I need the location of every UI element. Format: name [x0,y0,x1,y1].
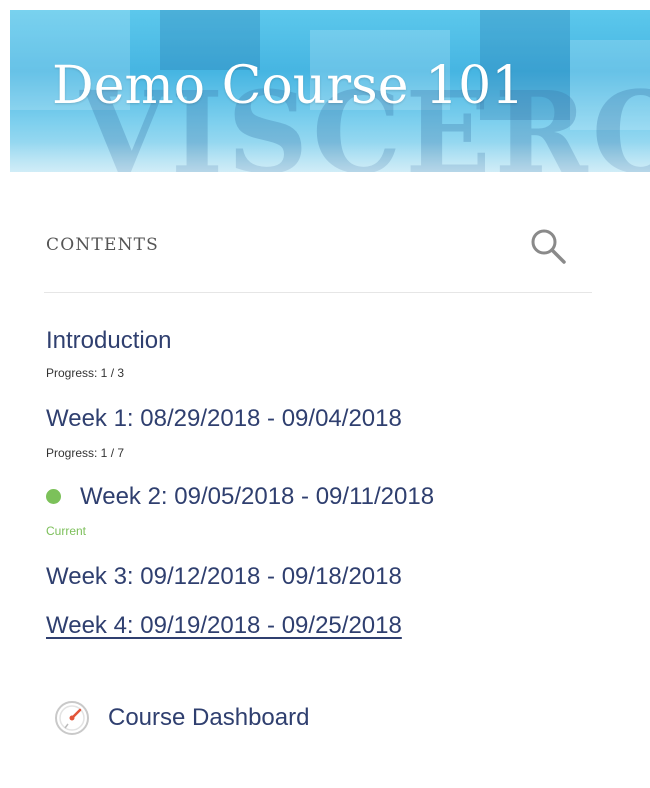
item-week-1-progress: Progress: 1 / 7 [46,446,125,460]
course-banner: VISCERO Demo Course 101 [10,10,650,172]
course-title: Demo Course 101 [52,56,525,116]
course-page: VISCERO Demo Course 101 CONTENTS Introdu… [0,0,650,788]
course-dashboard-link[interactable]: Course Dashboard [54,698,374,738]
search-button[interactable] [528,226,570,268]
contents-label: CONTENTS [46,235,160,255]
item-week-3[interactable]: Week 3: 09/12/2018 - 09/18/2018 [46,565,402,589]
item-week-4[interactable]: Week 4: 09/19/2018 - 09/25/2018 [46,614,402,638]
dashboard-gauge-icon [55,701,89,735]
contents-divider [44,292,592,293]
item-introduction[interactable]: Introduction [46,329,171,353]
item-week-2-status: Current [46,524,87,538]
item-week-2[interactable]: Week 2: 09/05/2018 - 09/11/2018 [80,485,434,509]
course-dashboard-label: Course Dashboard [108,704,310,731]
current-status-dot [46,489,61,504]
item-introduction-progress: Progress: 1 / 3 [46,366,125,380]
search-icon [531,229,566,264]
item-week-1[interactable]: Week 1: 08/29/2018 - 09/04/2018 [46,407,402,431]
contents-header: CONTENTS [46,226,590,266]
